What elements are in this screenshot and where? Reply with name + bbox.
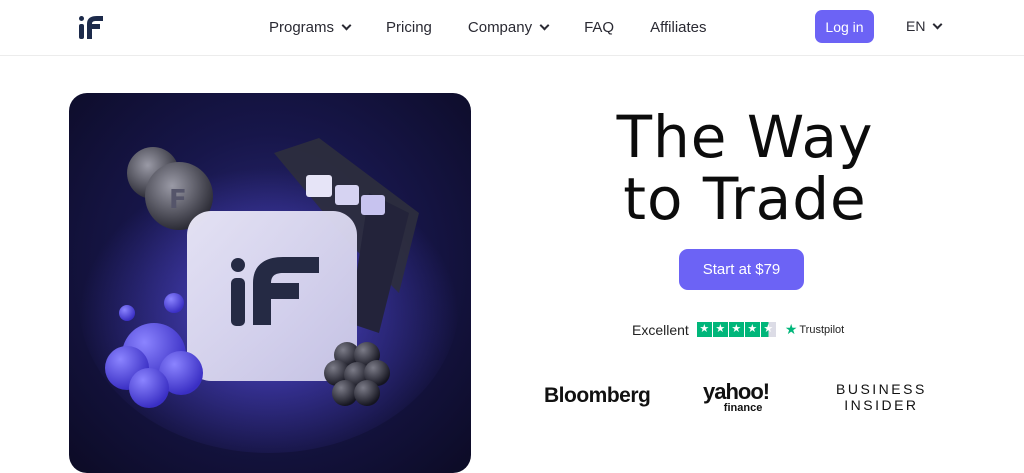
- yahoo-finance-sub: finance: [723, 402, 763, 414]
- bloomberg-logo: Bloomberg: [544, 384, 651, 407]
- chevron-down-icon: [341, 20, 352, 30]
- nav-faq[interactable]: FAQ: [584, 19, 614, 36]
- nav-pricing-label: Pricing: [386, 18, 432, 36]
- chevron-down-icon: [933, 19, 943, 29]
- business-insider-logo: BUSINESS INSIDER: [836, 381, 927, 413]
- yahoo-finance-logo: yahoo! finance: [703, 379, 770, 414]
- trustpilot-star-icon: ★: [712, 322, 728, 337]
- hero-title: The Way to Trade: [560, 106, 930, 230]
- yahoo-wordmark: yahoo!: [703, 379, 770, 404]
- language-selector[interactable]: EN: [906, 18, 943, 34]
- trustpilot-brand: Trustpilot: [799, 323, 845, 336]
- bi-line2: INSIDER: [844, 397, 919, 413]
- nav-links: Programs Pricing Company FAQ Affiliates: [269, 0, 743, 54]
- nav-programs[interactable]: Programs: [269, 18, 352, 36]
- chevron-down-icon: [539, 20, 550, 30]
- nav-programs-label: Programs: [269, 18, 335, 36]
- trustpilot-logo: ★ Trustpilot: [785, 321, 844, 338]
- language-label: EN: [906, 18, 926, 34]
- rating-text: Excellent: [632, 321, 689, 338]
- trustpilot-star-icon: ★: [760, 322, 776, 337]
- hero-illustration: F: [69, 93, 471, 473]
- rating-stars: ★ ★ ★ ★ ★: [696, 322, 777, 337]
- logo-icon[interactable]: [78, 16, 104, 40]
- trustpilot-star-icon: ★: [696, 322, 712, 337]
- trustpilot-star-icon: ★: [728, 322, 744, 337]
- trustpilot-rating[interactable]: Excellent ★ ★ ★ ★ ★ ★ Trustpilot: [632, 321, 844, 338]
- nav-company[interactable]: Company: [467, 18, 550, 36]
- hero-title-line2: to Trade: [623, 165, 867, 233]
- login-button[interactable]: Log in: [815, 10, 874, 43]
- nav-affiliates-label: Affiliates: [650, 18, 707, 36]
- hero-artwork: F: [79, 138, 459, 453]
- nav-pricing[interactable]: Pricing: [386, 19, 432, 36]
- top-nav: Programs Pricing Company FAQ Affiliates …: [0, 0, 1024, 56]
- start-button[interactable]: Start at $79: [679, 249, 804, 290]
- bi-line1: BUSINESS: [836, 381, 927, 397]
- svg-text:F: F: [169, 185, 187, 215]
- nav-affiliates[interactable]: Affiliates: [650, 19, 706, 36]
- nav-faq-label: FAQ: [584, 18, 615, 36]
- trustpilot-star-icon: ★: [744, 322, 760, 337]
- hero-title-line1: The Way: [616, 103, 874, 171]
- nav-company-label: Company: [467, 18, 533, 36]
- trustpilot-star-icon: ★: [784, 321, 798, 337]
